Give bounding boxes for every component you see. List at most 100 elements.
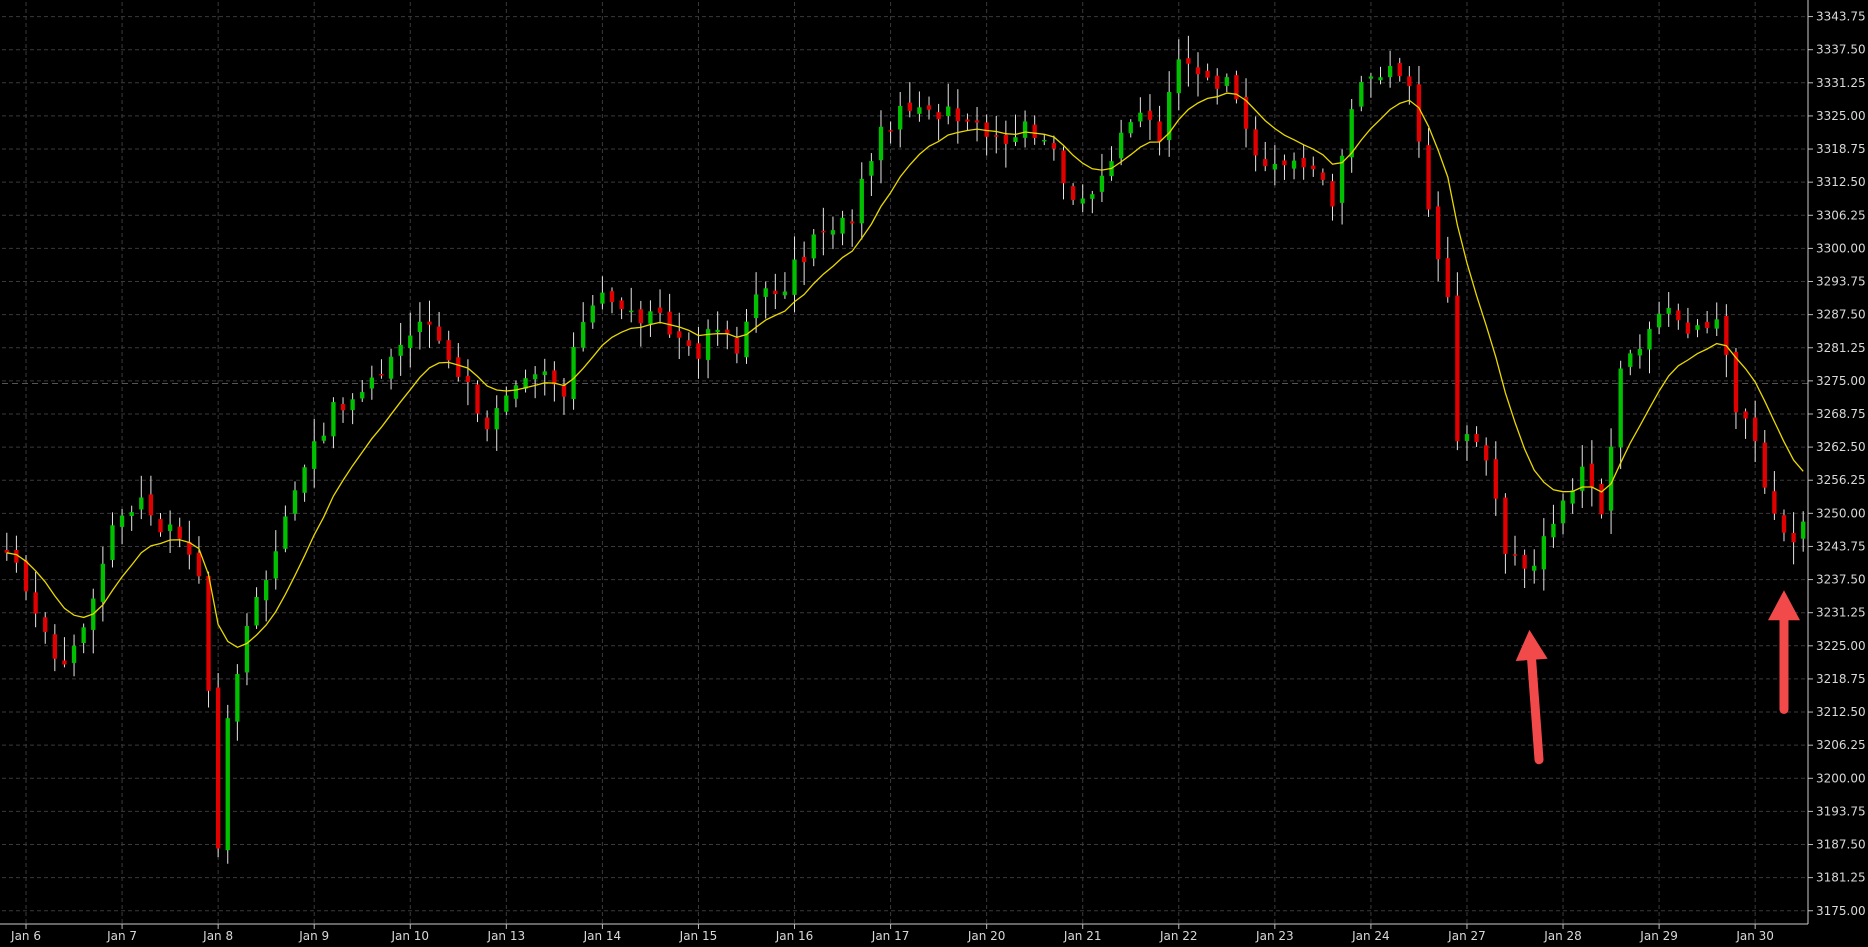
candle-up — [600, 292, 605, 304]
candle-down — [62, 660, 67, 665]
candle-down — [1061, 150, 1066, 184]
candle-up — [1138, 112, 1143, 122]
x-tick-label: Jan 28 — [1543, 929, 1582, 943]
y-tick-label: 3206.25 — [1816, 738, 1866, 752]
candle-down — [1070, 186, 1076, 200]
y-tick-label: 3262.50 — [1816, 440, 1866, 454]
candle-up — [1647, 329, 1652, 350]
candle-up — [1628, 353, 1633, 367]
candle-down — [52, 634, 57, 659]
candle-down — [1051, 143, 1057, 149]
candle-up — [878, 126, 884, 161]
candle-up — [504, 395, 509, 412]
candle-down — [1704, 321, 1710, 329]
candle-up — [898, 105, 903, 130]
y-tick-label: 3275.00 — [1816, 374, 1866, 388]
candle-down — [561, 384, 567, 397]
candle-down — [1589, 463, 1595, 488]
candle-up — [648, 311, 653, 324]
candle-up — [417, 321, 423, 332]
candle-up — [571, 346, 576, 400]
y-tick-label: 3300.00 — [1816, 241, 1866, 255]
candle-up — [71, 645, 77, 663]
candle-down — [1311, 165, 1316, 170]
candle-up — [859, 178, 864, 224]
candle-down — [1407, 76, 1412, 87]
candle-up — [312, 441, 317, 469]
y-tick-label: 3237.50 — [1816, 573, 1866, 587]
candle-up — [1368, 76, 1374, 79]
y-tick-label: 3256.25 — [1816, 473, 1866, 487]
candle-down — [638, 309, 643, 324]
candle-down — [427, 321, 432, 325]
candle-down — [1512, 554, 1518, 556]
candle-up — [763, 288, 768, 297]
x-tick-label: Jan 6 — [10, 929, 41, 943]
annotations — [1515, 590, 1800, 765]
candle-up — [830, 230, 836, 235]
x-tick-label: Jan 21 — [1063, 929, 1102, 943]
candle-down — [1791, 532, 1796, 543]
grid — [2, 2, 1808, 924]
candle-down — [215, 687, 221, 849]
axes — [0, 0, 1813, 929]
candle-up — [321, 435, 326, 441]
x-tick-label: Jan 7 — [106, 929, 137, 943]
candle-up — [369, 377, 375, 389]
candle-up — [1560, 500, 1566, 524]
candle-up — [494, 408, 499, 430]
candle-up — [264, 580, 269, 601]
candle-up — [532, 374, 538, 380]
candle-up — [254, 596, 259, 626]
x-tick-label: Jan 8 — [202, 929, 233, 943]
candle-down — [1282, 160, 1287, 166]
candle-down — [1032, 124, 1037, 138]
candle-up — [100, 563, 106, 602]
x-tick-label: Jan 9 — [298, 929, 329, 943]
candle-down — [196, 552, 202, 577]
candle-up — [1618, 368, 1623, 448]
candle-down — [1676, 310, 1681, 321]
candle-up — [946, 106, 951, 117]
candle-up — [1080, 198, 1085, 204]
candle-down — [686, 340, 692, 347]
candle-down — [965, 119, 970, 122]
x-tick-label: Jan 20 — [967, 929, 1006, 943]
y-tick-label: 3187.50 — [1816, 838, 1866, 852]
y-tick-label: 3312.50 — [1816, 175, 1866, 189]
y-tick-label: 3250.00 — [1816, 506, 1866, 520]
candle-down — [657, 307, 663, 313]
candle-up — [1464, 434, 1470, 441]
candle-up — [273, 551, 278, 579]
candle-up — [350, 399, 355, 411]
candle-down — [1186, 58, 1191, 64]
y-tick-label: 3218.75 — [1816, 672, 1866, 686]
candle-up — [1714, 319, 1719, 329]
candle-down — [1743, 411, 1748, 419]
candle-down — [1522, 554, 1527, 569]
candle-down — [1445, 258, 1450, 298]
candle-down — [1435, 206, 1441, 260]
candlestick-chart-svg: 3343.75 3337.50 3331.25 3325.00 3318.75 3312.… — [0, 0, 1866, 943]
y-tick-label: 3318.75 — [1816, 142, 1866, 156]
candle-up — [398, 344, 403, 356]
candle-down — [1416, 84, 1422, 142]
candle-up — [1118, 132, 1124, 159]
candle-up — [1378, 77, 1383, 81]
candle-down — [734, 337, 740, 354]
candle-down — [1195, 67, 1201, 75]
y-tick-label: 3212.50 — [1816, 705, 1866, 719]
candle-down — [456, 357, 461, 377]
candle-up — [331, 402, 336, 437]
candle-down — [1772, 491, 1777, 514]
candle-up — [302, 467, 307, 493]
annotation-arrow-head — [1768, 590, 1800, 621]
candle-up — [840, 217, 845, 234]
candle-down — [1599, 483, 1604, 515]
y-tick-label: 3287.50 — [1816, 308, 1866, 322]
x-tick-label: Jan 24 — [1351, 929, 1390, 943]
y-tick-label: 3331.25 — [1816, 76, 1866, 90]
candle-down — [1733, 351, 1739, 413]
y-tick-label: 3306.25 — [1816, 208, 1866, 222]
candle-down — [158, 519, 163, 533]
